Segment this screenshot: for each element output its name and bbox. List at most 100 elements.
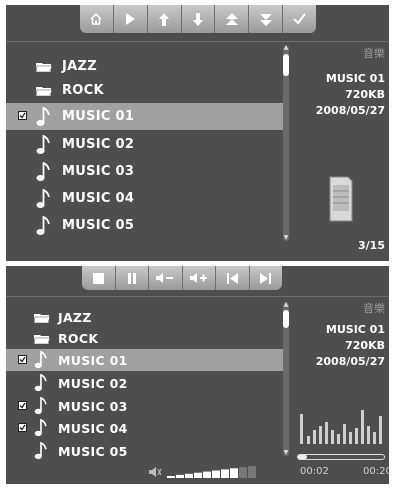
track-label: MUSIC 04 bbox=[58, 420, 128, 436]
track-checkbox[interactable] bbox=[18, 111, 27, 120]
track-label: MUSIC 02 bbox=[58, 375, 128, 391]
scroll-up-icon[interactable]: ▲ bbox=[282, 302, 290, 308]
previous-track-button[interactable] bbox=[216, 266, 250, 290]
music-note-icon bbox=[34, 374, 47, 392]
info-date: 2008/05/27 bbox=[315, 355, 385, 368]
toolbar bbox=[80, 5, 316, 33]
play-button[interactable] bbox=[114, 5, 148, 33]
track-item-music-02[interactable]: MUSIC 02 bbox=[6, 131, 284, 158]
track-checkbox[interactable] bbox=[18, 355, 27, 364]
pause-button[interactable] bbox=[116, 266, 149, 290]
volume-step bbox=[221, 469, 229, 478]
memory-card-icon bbox=[329, 176, 353, 222]
page-up-button[interactable] bbox=[215, 5, 250, 33]
info-name: MUSIC 01 bbox=[325, 72, 385, 85]
volume-up-button[interactable] bbox=[183, 266, 216, 290]
music-note-icon bbox=[36, 107, 50, 126]
header-divider bbox=[6, 41, 389, 42]
folder-icon bbox=[34, 314, 50, 324]
track-item-music-01[interactable]: MUSIC 01 bbox=[6, 349, 284, 371]
track-item-music-05[interactable]: MUSIC 05 bbox=[6, 440, 284, 462]
scrollbar-thumb[interactable] bbox=[283, 310, 289, 328]
music-note-icon bbox=[36, 162, 50, 181]
scrollbar-thumb[interactable] bbox=[283, 54, 289, 76]
previous-track-icon bbox=[226, 272, 238, 284]
track-item-music-02[interactable]: MUSIC 02 bbox=[6, 372, 284, 394]
next-track-button[interactable] bbox=[250, 266, 283, 290]
folder-item-rock[interactable]: ROCK bbox=[6, 327, 284, 349]
volume-step bbox=[230, 468, 238, 478]
progress-bar[interactable] bbox=[297, 454, 385, 460]
volume-down-icon bbox=[156, 273, 174, 283]
info-size: 720KB bbox=[345, 88, 385, 101]
track-item-music-03[interactable]: MUSIC 03 bbox=[6, 158, 284, 185]
stop-icon bbox=[92, 272, 104, 284]
track-info: MUSIC 01 720KB 2008/05/27 bbox=[316, 71, 385, 119]
next-track-icon bbox=[260, 272, 272, 284]
folder-item-jazz[interactable]: JAZZ bbox=[6, 53, 284, 80]
scroll-down-icon[interactable]: ▼ bbox=[282, 450, 290, 456]
track-item-music-04[interactable]: MUSIC 04 bbox=[6, 417, 284, 439]
folder-icon bbox=[36, 63, 52, 73]
file-browser-screen: 音樂 JAZZ ROCK MUSIC 01 MUSIC 02 MUSIC 03 … bbox=[6, 5, 389, 261]
volume-level-indicator[interactable] bbox=[149, 465, 261, 479]
volume-step bbox=[248, 466, 256, 478]
folder-item-rock[interactable]: ROCK bbox=[6, 77, 284, 104]
volume-step bbox=[176, 474, 184, 478]
track-label: MUSIC 05 bbox=[58, 443, 128, 459]
move-up-button[interactable] bbox=[148, 5, 182, 33]
music-note-icon bbox=[34, 351, 47, 369]
track-label: MUSIC 01 bbox=[58, 352, 128, 368]
page-down-button[interactable] bbox=[249, 5, 284, 33]
screen-title: 音樂 bbox=[363, 302, 385, 315]
volume-step bbox=[185, 473, 193, 478]
folder-label: ROCK bbox=[58, 330, 99, 346]
volume-step bbox=[194, 472, 202, 478]
scrollbar[interactable]: ▲ ▼ bbox=[283, 45, 289, 241]
folder-label: JAZZ bbox=[58, 309, 92, 325]
confirm-button[interactable] bbox=[283, 5, 316, 33]
music-note-icon bbox=[34, 442, 47, 460]
track-label: MUSIC 03 bbox=[58, 398, 128, 414]
volume-step bbox=[212, 470, 220, 478]
track-label: MUSIC 02 bbox=[62, 137, 135, 152]
track-item-music-03[interactable]: MUSIC 03 bbox=[6, 395, 284, 417]
track-checkbox[interactable] bbox=[18, 401, 27, 410]
progress-fill bbox=[298, 455, 307, 459]
stop-button[interactable] bbox=[82, 266, 116, 290]
track-item-music-04[interactable]: MUSIC 04 bbox=[6, 185, 284, 212]
checkmark-icon bbox=[293, 13, 306, 25]
info-name: MUSIC 01 bbox=[325, 323, 385, 336]
scroll-down-icon[interactable]: ▼ bbox=[282, 235, 290, 241]
track-checkbox[interactable] bbox=[18, 423, 27, 432]
track-item-music-05[interactable]: MUSIC 05 bbox=[6, 212, 284, 239]
scrollbar[interactable]: ▲ ▼ bbox=[283, 302, 289, 456]
folder-label: JAZZ bbox=[62, 59, 97, 74]
folder-icon bbox=[36, 87, 52, 97]
track-item-music-01[interactable]: MUSIC 01 bbox=[6, 103, 284, 130]
volume-down-button[interactable] bbox=[149, 266, 183, 290]
equalizer-visualizer bbox=[300, 410, 382, 444]
screen-title: 音樂 bbox=[363, 47, 385, 60]
play-icon bbox=[126, 13, 136, 25]
page-up-icon bbox=[225, 12, 238, 25]
page-down-icon bbox=[259, 13, 272, 26]
scroll-up-icon[interactable]: ▲ bbox=[282, 45, 290, 51]
folder-item-jazz[interactable]: JAZZ bbox=[6, 306, 284, 328]
speaker-icon bbox=[149, 467, 156, 477]
info-date: 2008/05/27 bbox=[315, 104, 385, 117]
volume-up-icon bbox=[189, 273, 207, 283]
music-note-icon bbox=[36, 189, 50, 208]
move-down-button[interactable] bbox=[182, 5, 216, 33]
total-time: 00:20 bbox=[363, 466, 389, 477]
music-note-icon bbox=[34, 397, 47, 415]
music-note-icon bbox=[36, 216, 50, 235]
track-label: MUSIC 03 bbox=[62, 164, 135, 179]
elapsed-time: 00:02 bbox=[300, 466, 329, 477]
header-divider bbox=[6, 296, 389, 297]
home-button[interactable] bbox=[80, 5, 114, 33]
playback-toolbar bbox=[82, 266, 282, 290]
page-indicator: 3/15 bbox=[358, 239, 385, 252]
volume-step bbox=[239, 467, 247, 478]
music-player-screen: 音樂 JAZZ ROCK MUSIC 01 MUSIC 02 MUSIC 03 … bbox=[6, 266, 389, 484]
